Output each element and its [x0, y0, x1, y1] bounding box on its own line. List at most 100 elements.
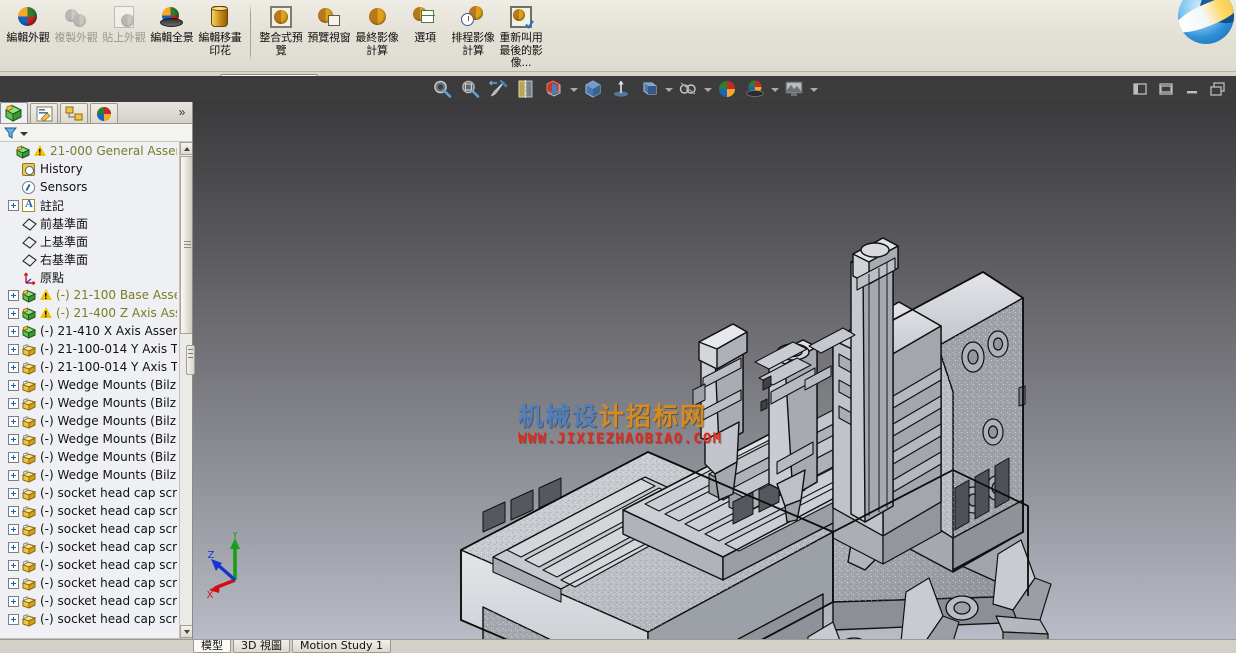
tree-node[interactable]: 上基準面 [0, 232, 179, 250]
tree-node[interactable]: (-) socket head cap screw [0, 556, 179, 574]
schedule-render-button[interactable]: 排程影像計算 [449, 0, 497, 64]
part-icon [21, 486, 37, 501]
expand-plus-icon[interactable] [8, 613, 19, 625]
final-render-button[interactable]: 最終影像計算 [353, 0, 401, 64]
filter-dropdown-icon[interactable] [19, 127, 29, 139]
zoom-to-area-icon[interactable] [459, 78, 481, 100]
part-icon [21, 558, 37, 573]
tree-node[interactable]: (-) 21-410 X Axis Assemb [0, 322, 179, 340]
tree-node[interactable]: (-) 21-400 Z Axis Asse [0, 304, 179, 322]
expand-plus-icon[interactable] [8, 307, 19, 319]
tree-node[interactable]: (-) socket head cap screw [0, 520, 179, 538]
tree-node[interactable]: (-) Wedge Mounts (Bilz) | [0, 466, 179, 484]
apply-scene-hud-icon[interactable] [677, 78, 699, 100]
tree-node[interactable]: 前基準面 [0, 214, 179, 232]
paste-appearance-button[interactable]: 貼上外觀 [100, 0, 148, 64]
property-manager-tab[interactable] [30, 103, 58, 123]
tree-node[interactable]: (-) Wedge Mounts (Bilz) | [0, 376, 179, 394]
graphics-viewport[interactable]: Y X Z 机械设计招标网 WWW.JIXIEZHAOBIAO.COM [193, 102, 1236, 639]
expand-plus-icon[interactable] [8, 415, 19, 427]
expand-plus-icon[interactable] [8, 469, 19, 481]
expand-plus-icon[interactable] [8, 559, 19, 571]
integrated-preview-button[interactable]: 整合式預覽 [257, 0, 305, 64]
expand-plus-icon[interactable] [8, 343, 19, 355]
tree-node[interactable]: (-) Wedge Mounts (Bilz) | [0, 412, 179, 430]
expand-plus-icon[interactable] [8, 199, 19, 211]
expand-plus-icon[interactable] [8, 577, 19, 589]
tree-node[interactable]: (-) socket head cap screw [0, 592, 179, 610]
expand-plus-icon[interactable] [8, 487, 19, 499]
copy-appearance-button[interactable]: 複製外觀 [52, 0, 100, 64]
display-style-icon[interactable] [543, 78, 565, 100]
edit-appearance-button[interactable]: 編輯外觀 [4, 0, 52, 64]
expand-plus-icon[interactable] [8, 505, 19, 517]
scene-caret-icon[interactable] [703, 78, 712, 100]
view-settings-caret-icon[interactable] [809, 78, 818, 100]
tree-node[interactable]: (-) 21-100 Base Assem [0, 286, 179, 304]
edit-scene-icon [159, 4, 185, 30]
tree-node[interactable]: History [0, 160, 179, 178]
view-settings-icon[interactable] [783, 78, 805, 100]
colorwheel-icon[interactable] [716, 78, 738, 100]
expand-plus-icon[interactable] [8, 379, 19, 391]
minimize-icon[interactable] [1182, 79, 1202, 99]
tree-node[interactable]: (-) socket head cap screw [0, 610, 179, 628]
restore-right-icon[interactable] [1156, 79, 1176, 99]
display-manager-tab[interactable] [90, 103, 118, 123]
panel-splitter-handle[interactable] [186, 345, 195, 375]
bottom-tab-3d-views[interactable]: 3D 視圖 [233, 640, 290, 653]
scroll-down-button[interactable] [180, 625, 192, 638]
view-orientation-icon[interactable] [582, 78, 604, 100]
tree-node[interactable]: (-) socket head cap screw [0, 538, 179, 556]
expand-plus-icon[interactable] [8, 397, 19, 409]
appearance-caret-icon[interactable] [664, 78, 673, 100]
expand-plus-icon[interactable] [8, 523, 19, 535]
expand-plus-icon[interactable] [8, 289, 19, 301]
previous-view-icon[interactable] [487, 78, 509, 100]
tree-node[interactable]: (-) Wedge Mounts (Bilz) | [0, 394, 179, 412]
hide-show-items-icon[interactable] [610, 78, 632, 100]
edit-appearance-hud-icon[interactable] [638, 78, 660, 100]
edit-decal-label: 編輯移畫印花 [198, 31, 242, 57]
expand-plus-icon[interactable] [8, 361, 19, 373]
options-button[interactable]: 選項 [401, 0, 449, 64]
zoom-to-fit-icon[interactable] [431, 78, 453, 100]
feature-manager-tab[interactable] [0, 102, 28, 123]
tree-node[interactable]: 右基準面 [0, 250, 179, 268]
tree-node[interactable]: (-) socket head cap screw [0, 502, 179, 520]
scene-sphere-caret-icon[interactable] [770, 78, 779, 100]
tree-node[interactable]: (-) 21-100-014 Y Axis Tel [0, 340, 179, 358]
edit-decal-button[interactable]: 編輯移畫印花 [196, 0, 244, 64]
expand-plus-icon[interactable] [8, 595, 19, 607]
preview-window-button[interactable]: 預覽視窗 [305, 0, 353, 64]
expand-plus-icon[interactable] [8, 325, 19, 337]
expand-plus-icon[interactable] [8, 541, 19, 553]
filter-icon[interactable] [3, 126, 18, 139]
tree-node[interactable]: (-) Wedge Mounts (Bilz) | [0, 430, 179, 448]
recall-last-render-button[interactable]: 重新叫用最後的影像... [497, 0, 545, 70]
tree-node[interactable]: 21-000 General Assembly [0, 142, 179, 160]
scroll-thumb[interactable] [180, 156, 192, 334]
tree-node[interactable]: (-) Wedge Mounts (Bilz) | [0, 448, 179, 466]
display-style-caret-icon[interactable] [569, 78, 578, 100]
restore-left-icon[interactable] [1130, 79, 1150, 99]
scroll-up-button[interactable] [180, 142, 192, 155]
edit-scene-button[interactable]: 編輯全景 [148, 0, 196, 64]
tree-vertical-scrollbar[interactable] [179, 142, 192, 638]
tree-node[interactable]: 註記 [0, 196, 179, 214]
tree-node[interactable]: (-) socket head cap screw [0, 484, 179, 502]
configuration-manager-tab[interactable] [60, 103, 88, 123]
bottom-tab-motion-study[interactable]: Motion Study 1 [291, 640, 392, 653]
scene-sphere-icon[interactable] [744, 78, 766, 100]
section-view-icon[interactable] [515, 78, 537, 100]
tree-node[interactable]: (-) socket head cap screw [0, 574, 179, 592]
more-tabs-button[interactable]: » [172, 103, 192, 123]
bottom-tab-model[interactable]: 模型 [193, 640, 231, 653]
tree-node[interactable]: (-) 21-100-014 Y Axis Tel [0, 358, 179, 376]
tree-node[interactable]: 原點 [0, 268, 179, 286]
expand-plus-icon[interactable] [8, 451, 19, 463]
tree-node[interactable]: Sensors [0, 178, 179, 196]
maximize-icon[interactable] [1208, 79, 1228, 99]
expand-plus-icon[interactable] [8, 433, 19, 445]
